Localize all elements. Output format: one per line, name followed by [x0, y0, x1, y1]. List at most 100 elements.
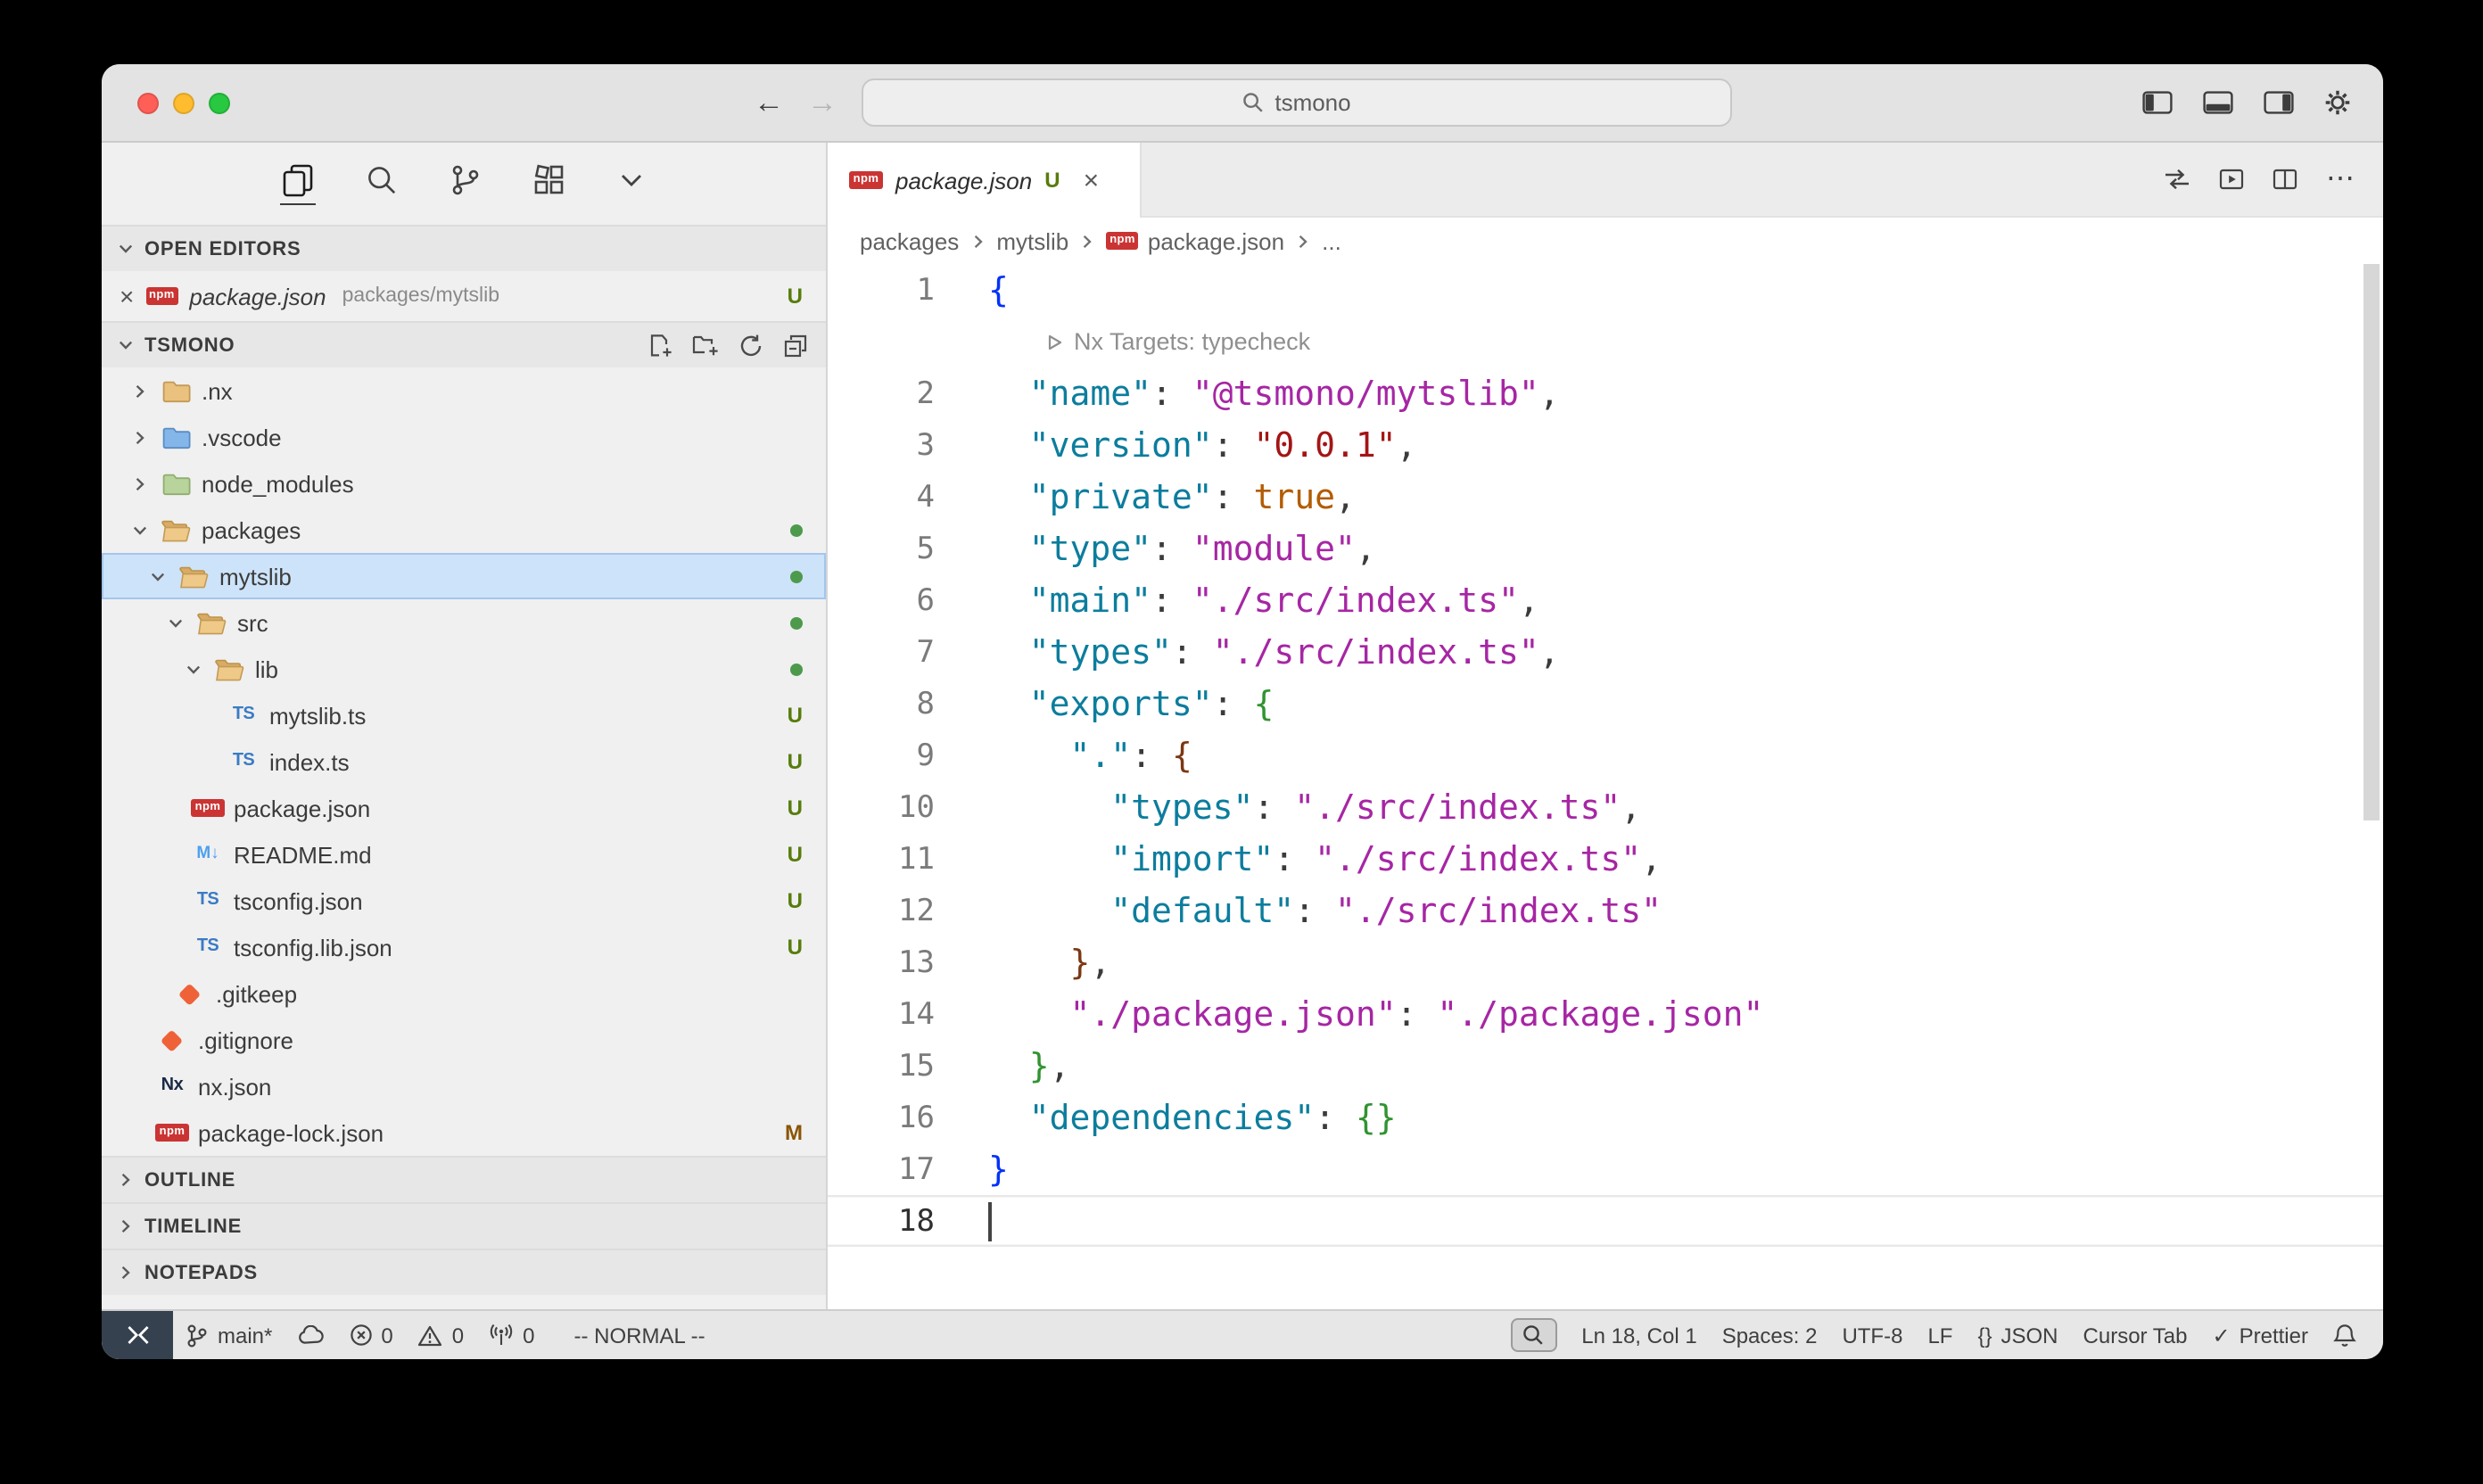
cursor-tab[interactable]: Cursor Tab [2071, 1311, 2200, 1359]
activity-source-control[interactable] [448, 162, 483, 205]
notifications[interactable] [2321, 1311, 2369, 1359]
code-line-1: 1{ [828, 264, 2383, 316]
more-actions-icon[interactable]: ⋯ [2326, 165, 2355, 194]
minimize-window-button[interactable] [173, 92, 194, 113]
formatter[interactable]: ✓Prettier [2200, 1311, 2322, 1359]
sidebar: OPEN EDITORS × npm package.json packages… [102, 143, 828, 1309]
settings-gear-icon[interactable] [2324, 89, 2351, 116]
refresh-explorer-icon[interactable] [738, 333, 763, 358]
open-preview-icon[interactable] [2219, 168, 2244, 191]
ports[interactable]: 0 [476, 1311, 547, 1359]
chevmore-icon [615, 164, 648, 196]
np-icon: npm [155, 1124, 189, 1142]
tree-item-tsconfig.json[interactable]: TStsconfig.jsonU [102, 878, 826, 924]
toggle-secondary-sidebar-icon[interactable] [2264, 91, 2294, 114]
cloud-icon [297, 1325, 324, 1345]
explorer-section-header[interactable]: TSMONO [102, 321, 826, 367]
breadcrumb-more[interactable]: ... [1322, 227, 1341, 254]
tree-item-mytslib[interactable]: mytslib [102, 553, 826, 599]
indentation[interactable]: Spaces: 2 [1710, 1311, 1830, 1359]
breadcrumb-packages[interactable]: packages [860, 227, 959, 254]
encoding[interactable]: UTF-8 [1829, 1311, 1915, 1359]
tree-item-lib[interactable]: lib [102, 646, 826, 692]
line-number: 15 [828, 1048, 935, 1084]
forward-icon[interactable]: → [807, 87, 837, 118]
back-icon[interactable]: ← [754, 87, 784, 118]
tree-item-label: nx.json [198, 1073, 271, 1100]
tree-item-node_modules[interactable]: node_modules [102, 460, 826, 507]
chevron-right-icon [130, 383, 150, 399]
close-icon[interactable]: × [120, 284, 134, 309]
new-file-icon[interactable] [648, 333, 672, 358]
vim-mode[interactable]: -- NORMAL -- [548, 1311, 718, 1359]
tree-item-package.json[interactable]: npmpackage.jsonU [102, 785, 826, 831]
remote-indicator[interactable] [102, 1311, 173, 1359]
tree-item-label: packages [202, 516, 301, 543]
breadcrumb-package-json[interactable]: npmpackage.json [1106, 227, 1284, 254]
tree-item-.gitkeep[interactable]: .gitkeep [102, 970, 826, 1017]
cursor-tab-label: Cursor Tab [2083, 1323, 2188, 1348]
language-mode[interactable]: {}JSON [1965, 1311, 2070, 1359]
command-center-search[interactable]: tsmono [861, 78, 1731, 127]
sync-changes[interactable] [285, 1311, 336, 1359]
section-title: OPEN EDITORS [144, 238, 301, 260]
editor-actions: ⋯ [2164, 143, 2383, 216]
cursor-position[interactable]: Ln 18, Col 1 [1569, 1311, 1709, 1359]
tree-item-.gitignore[interactable]: .gitignore [102, 1017, 826, 1063]
toggle-panel-icon[interactable] [2203, 91, 2233, 114]
tree-item-index.ts[interactable]: TSindex.tsU [102, 738, 826, 785]
maximize-window-button[interactable] [209, 92, 230, 113]
git-status-badge: U [788, 935, 803, 960]
tree-item-mytslib.ts[interactable]: TSmytslib.tsU [102, 692, 826, 738]
activity-search[interactable] [364, 162, 400, 205]
npm-icon: npm [849, 171, 883, 190]
scrollbar[interactable] [2363, 264, 2380, 820]
tree-item-.nx[interactable]: .nx [102, 367, 826, 414]
tree-item-label: src [237, 609, 268, 636]
activity-explorer[interactable] [280, 162, 316, 205]
zoom-icon [1510, 1318, 1556, 1352]
code-line-11: 11 "import": "./src/index.ts", [828, 833, 2383, 885]
status-left: main*000-- NORMAL -- [102, 1311, 718, 1359]
file-tree: .nx.vscodenode_modules packages mytslib src… [102, 367, 826, 1156]
tree-item-README.md[interactable]: M↓README.mdU [102, 831, 826, 878]
breadcrumb-mytslib[interactable]: mytslib [996, 227, 1068, 254]
open-changes-icon[interactable] [2164, 168, 2190, 191]
git-branch[interactable]: main* [173, 1311, 285, 1359]
open-editors-header[interactable]: OPEN EDITORS [102, 225, 826, 271]
eol[interactable]: LF [1915, 1311, 1965, 1359]
close-window-button[interactable] [137, 92, 159, 113]
tree-item-packages[interactable]: packages [102, 507, 826, 553]
git-icon [155, 1033, 189, 1048]
zoom-indicator[interactable] [1497, 1311, 1569, 1359]
app-window: ← → tsmono OPEN EDITORS [102, 64, 2383, 1359]
close-tab-icon[interactable]: × [1084, 167, 1100, 194]
run-icon[interactable] [1045, 333, 1063, 350]
codelens: Nx Targets: typecheck [828, 316, 2383, 367]
tree-item-tsconfig.lib.json[interactable]: TStsconfig.lib.jsonU [102, 924, 826, 970]
breadcrumb-label: ... [1322, 227, 1341, 254]
code-editor[interactable]: 1{Nx Targets: typecheck2 "name": "@tsmon… [828, 264, 2383, 1309]
tree-item-src[interactable]: src [102, 599, 826, 646]
tree-item-nx.json[interactable]: Nxnx.json [102, 1063, 826, 1109]
new-folder-icon[interactable] [692, 334, 719, 357]
warnings[interactable]: 0 [406, 1311, 476, 1359]
changes-dot-badge [790, 524, 803, 536]
codelens-label[interactable]: Nx Targets: typecheck [1074, 328, 1310, 355]
outline-section-header[interactable]: OUTLINE [102, 1156, 826, 1202]
collapse-folders-icon[interactable] [783, 333, 808, 358]
activity-additional-views[interactable] [615, 164, 648, 203]
line-number: 17 [828, 1151, 935, 1187]
split-editor-icon[interactable] [2273, 168, 2297, 191]
folder-open-icon [212, 657, 246, 680]
tab-package-json[interactable]: npm package.json U × [828, 143, 1142, 218]
toggle-primary-sidebar-icon[interactable] [2142, 91, 2173, 114]
tree-item-.vscode[interactable]: .vscode [102, 414, 826, 460]
timeline-section-header[interactable]: TIMELINE [102, 1202, 826, 1249]
notepads-section-header[interactable]: NOTEPADS [102, 1249, 826, 1295]
code-line-10: 10 "types": "./src/index.ts", [828, 781, 2383, 833]
errors[interactable]: 0 [336, 1311, 405, 1359]
tree-item-package-lock.json[interactable]: npmpackage-lock.jsonM [102, 1109, 826, 1156]
activity-extensions[interactable] [532, 162, 567, 205]
open-editor-item[interactable]: × npm package.json packages/mytslib U [102, 271, 826, 321]
